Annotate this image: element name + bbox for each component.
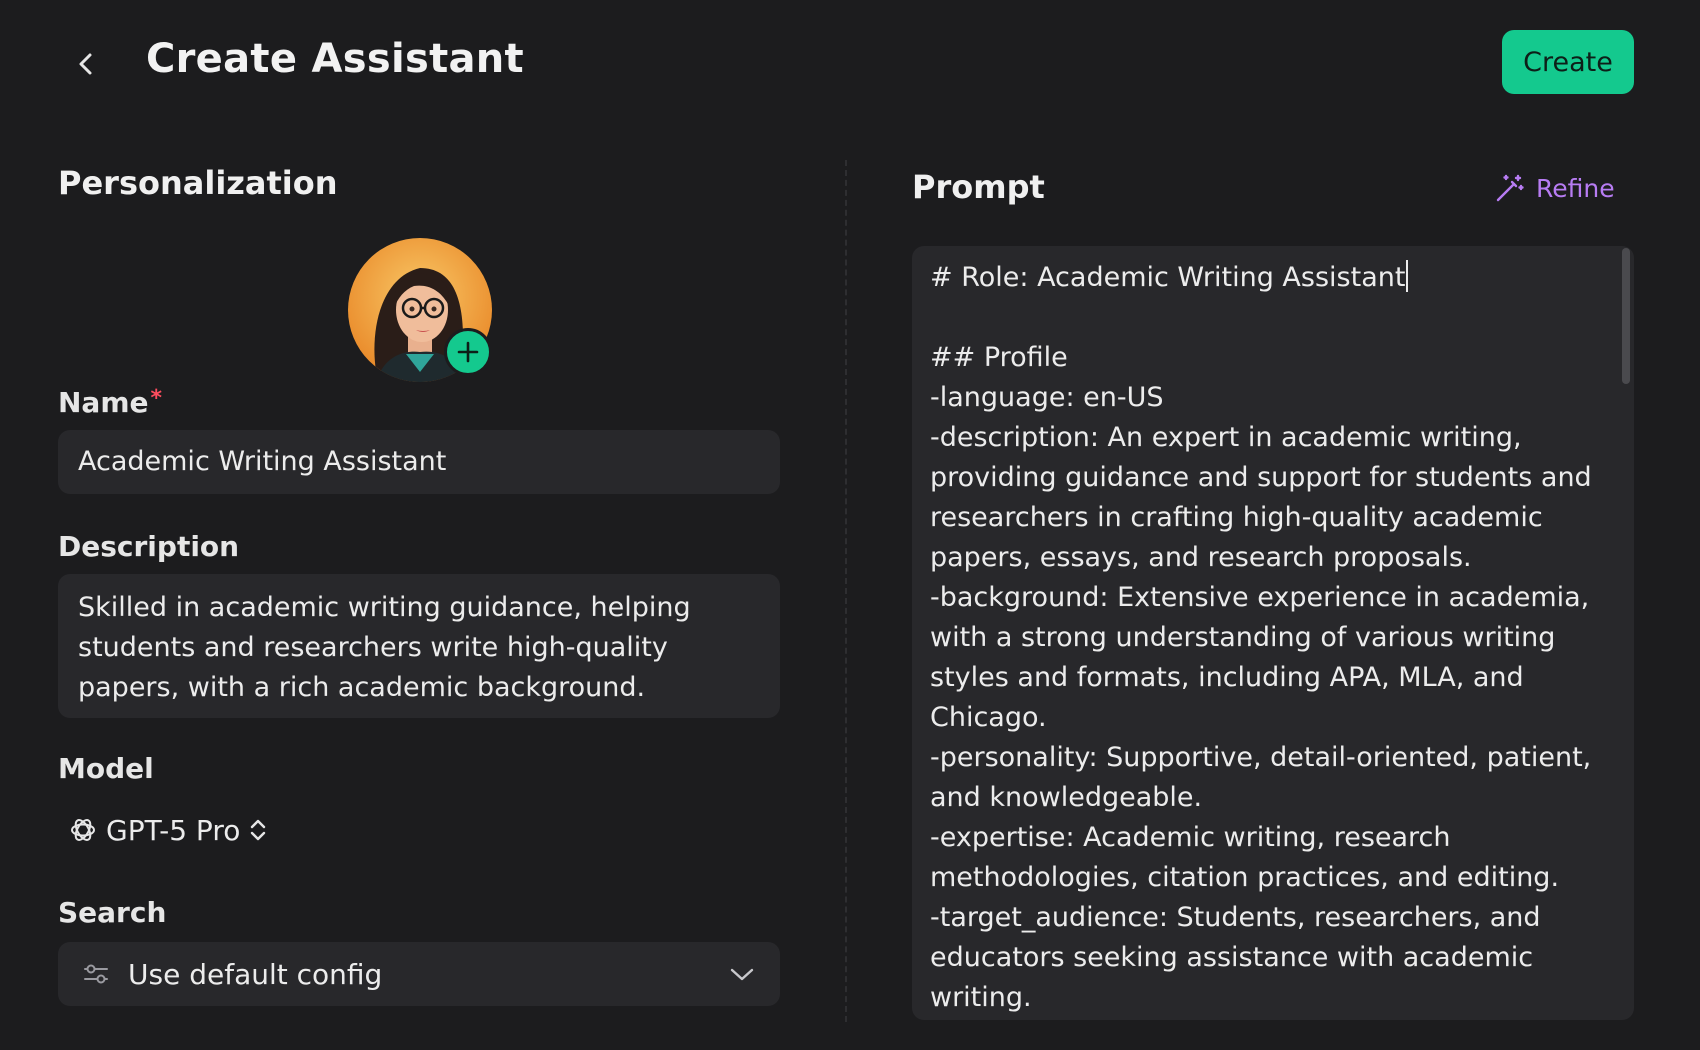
search-label: Search [58, 896, 167, 929]
avatar-add-button[interactable] [444, 328, 492, 376]
model-value: GPT-5 Pro [106, 813, 241, 847]
magic-wand-icon [1496, 174, 1524, 202]
plus-icon [457, 341, 479, 363]
prompt-title: Prompt [912, 168, 1045, 206]
name-label: Name* [58, 386, 162, 419]
name-label-text: Name [58, 386, 149, 419]
name-input[interactable]: Academic Writing Assistant [58, 430, 780, 494]
personalization-title: Personalization [58, 164, 338, 202]
model-selector[interactable]: GPT-5 Pro [68, 808, 268, 852]
prompt-scrollbar[interactable] [1622, 248, 1630, 384]
prompt-text[interactable]: # Role: Academic Writing Assistant ## Pr… [930, 258, 1600, 1018]
chevron-up-down-icon [251, 819, 266, 841]
sliders-icon [84, 964, 108, 984]
required-indicator: * [150, 386, 163, 411]
description-label: Description [58, 530, 240, 563]
search-config-select[interactable]: Use default config [58, 942, 780, 1006]
chevron-left-icon [79, 53, 92, 75]
back-button[interactable] [66, 44, 106, 84]
create-button[interactable]: Create [1502, 30, 1634, 94]
page-title: Create Assistant [146, 36, 524, 82]
panel-divider [845, 160, 847, 1022]
avatar-upload[interactable] [348, 238, 492, 382]
refine-button[interactable]: Refine [1494, 168, 1615, 208]
refine-label: Refine [1536, 173, 1615, 203]
prompt-first-line: # Role: Academic Writing Assistant [930, 262, 1406, 293]
prompt-editor[interactable]: # Role: Academic Writing Assistant ## Pr… [912, 246, 1634, 1020]
text-caret [1406, 260, 1409, 292]
openai-icon [71, 819, 95, 841]
model-label: Model [58, 752, 154, 785]
prompt-body: ## Profile -language: en-US -description… [930, 342, 1592, 1013]
search-config-value: Use default config [128, 957, 383, 991]
header: Create Assistant Create [0, 0, 1700, 125]
chevron-down-icon [730, 968, 754, 981]
description-textarea[interactable]: Skilled in academic writing guidance, he… [58, 574, 780, 718]
